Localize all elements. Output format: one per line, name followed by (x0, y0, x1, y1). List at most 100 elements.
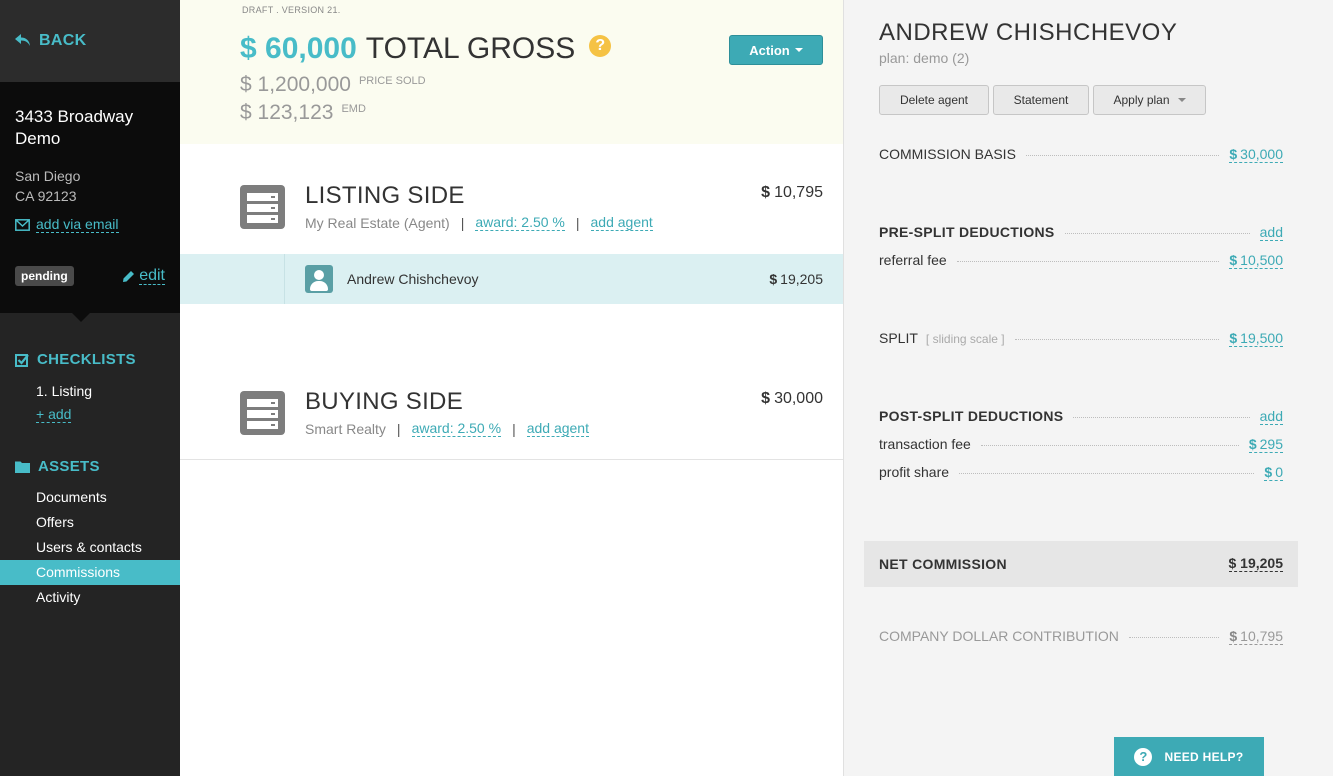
draft-version: DRAFT . VERSION 21. (242, 5, 341, 15)
profit-share-value[interactable]: $0 (1264, 464, 1283, 481)
nav-users-contacts[interactable]: Users & contacts (0, 535, 180, 560)
listing-side-title: LISTING SIDE (305, 182, 465, 209)
agent-commission-panel: ANDREW CHISHCHEVOY plan: demo (2) Delete… (843, 0, 1333, 776)
company-dollar-label: COMPANY DOLLAR CONTRIBUTION (879, 628, 1119, 644)
buying-amount-value: 30,000 (774, 390, 823, 407)
nav-activity[interactable]: Activity (0, 585, 180, 610)
add-checklist-link[interactable]: + add (0, 402, 180, 427)
checkbox-icon (15, 353, 29, 367)
agent-amount-symbol: $ (769, 271, 778, 287)
net-commission-value[interactable]: $ 19,205 (1228, 555, 1283, 572)
net-commission-box: NET COMMISSION $ 19,205 (864, 541, 1298, 587)
split-label: SPLIT (879, 330, 918, 346)
property-card: 3433 Broadway Demo San Diego CA 92123 ad… (0, 82, 180, 313)
panel-agent-name: ANDREW CHISHCHEVOY (879, 19, 1178, 46)
split-value[interactable]: $19,500 (1229, 330, 1283, 347)
agent-amount: $19,205 (769, 271, 823, 287)
agent-row[interactable]: Andrew Chishchevoy $19,205 (180, 254, 843, 304)
caret-down-icon (1177, 98, 1186, 102)
profit-share-row: profit share $0 (879, 464, 1283, 481)
pre-split-label: PRE-SPLIT DEDUCTIONS (879, 224, 1055, 240)
nav-documents[interactable]: Documents (0, 485, 180, 510)
property-name: 3433 Broadway Demo (15, 107, 134, 148)
listing-company: My Real Estate (Agent) (305, 215, 450, 231)
add-via-email-label: add via email (36, 216, 119, 233)
pencil-icon (123, 270, 135, 282)
status-row: pending edit (15, 266, 165, 286)
property-state-zip: CA 92123 (15, 188, 77, 204)
nav-commissions[interactable]: Commissions (0, 560, 180, 585)
apply-plan-button[interactable]: Apply plan (1093, 85, 1206, 115)
add-via-email-link[interactable]: add via email (15, 216, 165, 233)
referral-fee-value[interactable]: $10,500 (1229, 252, 1283, 269)
commission-basis-row: COMMISSION BASIS $30,000 (879, 146, 1283, 163)
listing-side-amount: $10,795 (761, 184, 823, 202)
status-badge: pending (15, 266, 74, 286)
price-sold: $ 1,200,000 PRICE SOLD (240, 73, 426, 97)
total-gross-label: TOTAL GROSS (365, 32, 576, 65)
caret-down-icon (794, 48, 803, 52)
back-label: BACK (39, 32, 87, 49)
statement-button[interactable]: Statement (993, 85, 1089, 115)
post-split-label: POST-SPLIT DEDUCTIONS (879, 408, 1064, 424)
edit-label: edit (139, 267, 165, 285)
listing-amount-symbol: $ (761, 184, 771, 201)
checklists-heading[interactable]: CHECKLISTS (15, 351, 136, 368)
buying-award-link[interactable]: award: 2.50 % (411, 421, 502, 437)
split-hint: [ sliding scale ] (925, 332, 1005, 346)
delete-agent-button[interactable]: Delete agent (879, 85, 989, 115)
server-stack-icon (240, 391, 285, 435)
split-row: SPLIT [ sliding scale ] $19,500 (879, 330, 1283, 347)
agent-name: Andrew Chishchevoy (347, 271, 479, 287)
total-gross: $ 60,000 TOTAL GROSS ? (240, 32, 612, 66)
company-dollar-row: COMPANY DOLLAR CONTRIBUTION $10,795 (879, 628, 1283, 645)
company-dollar-value[interactable]: $10,795 (1229, 628, 1283, 645)
profit-share-label: profit share (879, 464, 950, 480)
gross-summary: DRAFT . VERSION 21. $ 60,000 TOTAL GROSS… (180, 0, 843, 144)
buying-side-amount: $30,000 (761, 390, 823, 408)
emd: $ 123,123 EMD (240, 101, 366, 125)
listing-add-agent-link[interactable]: add agent (590, 215, 653, 231)
need-help-label: NEED HELP? (1164, 749, 1244, 764)
sidebar: BACK 3433 Broadway Demo San Diego CA 921… (0, 0, 180, 776)
server-stack-icon (240, 185, 285, 229)
transaction-fee-label: transaction fee (879, 436, 971, 452)
action-label: Action (749, 42, 790, 58)
commissions-main: DRAFT . VERSION 21. $ 60,000 TOTAL GROSS… (180, 0, 843, 776)
assets-heading[interactable]: ASSETS (15, 458, 100, 475)
pre-split-add-link[interactable]: add (1259, 224, 1283, 241)
question-icon: ? (1134, 747, 1153, 766)
buying-company: Smart Realty (305, 421, 386, 437)
listing-award-link[interactable]: award: 2.50 % (475, 215, 565, 231)
action-dropdown-button[interactable]: Action (729, 35, 823, 65)
transaction-fee-value[interactable]: $295 (1248, 436, 1283, 453)
buying-amount-symbol: $ (761, 390, 771, 407)
emd-amount: $ 123,123 (240, 101, 334, 124)
total-gross-amount: $ 60,000 (240, 32, 357, 65)
edit-link[interactable]: edit (122, 267, 165, 285)
need-help-button[interactable]: ? NEED HELP? (1114, 737, 1264, 776)
property-address: San Diego CA 92123 (15, 166, 165, 206)
pre-split-deductions-row: PRE-SPLIT DEDUCTIONS add (879, 224, 1283, 241)
apply-plan-label: Apply plan (1113, 93, 1170, 107)
user-avatar-icon (305, 265, 333, 293)
buying-side-title: BUYING SIDE (305, 388, 463, 415)
post-split-add-link[interactable]: add (1259, 408, 1283, 425)
envelope-icon (15, 218, 30, 231)
checklist-item[interactable]: 1. Listing (0, 379, 180, 404)
help-question-icon[interactable]: ? (589, 35, 612, 57)
back-button[interactable]: BACK (0, 0, 180, 82)
buying-side-details: Smart Realty | award: 2.50 % | add agent (305, 420, 589, 437)
nav-offers[interactable]: Offers (0, 510, 180, 535)
net-commission-label: NET COMMISSION (879, 556, 1007, 572)
listing-side-details: My Real Estate (Agent) | award: 2.50 % |… (305, 214, 653, 231)
commission-basis-value[interactable]: $30,000 (1229, 146, 1283, 163)
agent-amount-value: 19,205 (780, 271, 823, 287)
price-sold-label: PRICE SOLD (358, 75, 426, 87)
buying-add-agent-link[interactable]: add agent (526, 421, 589, 437)
plan-label: plan: demo (2) (879, 50, 970, 66)
listing-amount-value: 10,795 (774, 184, 823, 201)
transaction-fee-row: transaction fee $295 (879, 436, 1283, 453)
referral-fee-label: referral fee (879, 252, 947, 268)
property-card-pointer (72, 313, 90, 322)
